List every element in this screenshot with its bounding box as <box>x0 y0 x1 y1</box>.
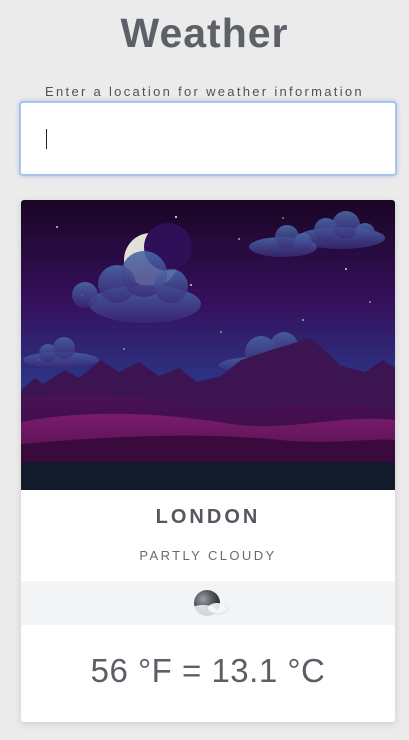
night-scene-illustration <box>21 200 395 490</box>
text-caret <box>46 129 47 149</box>
ground-shadow <box>21 462 395 490</box>
weather-card: LONDON PARTLY CLOUDY 56 °F = 13.1 °C <box>21 200 395 722</box>
city-name: LONDON <box>155 506 261 528</box>
search-label: Enter a location for weather information <box>45 84 364 99</box>
temperature-reading: 56 °F = 13.1 °C <box>90 652 326 689</box>
page-title: Weather <box>120 10 289 56</box>
partly-cloudy-night-icon <box>189 590 229 617</box>
weather-app: Weather Enter a location for weather inf… <box>0 0 409 740</box>
location-input[interactable] <box>21 103 395 174</box>
weather-condition: PARTLY CLOUDY <box>139 548 277 563</box>
location-search-box[interactable] <box>19 101 397 176</box>
condition-icon-band <box>21 581 395 625</box>
